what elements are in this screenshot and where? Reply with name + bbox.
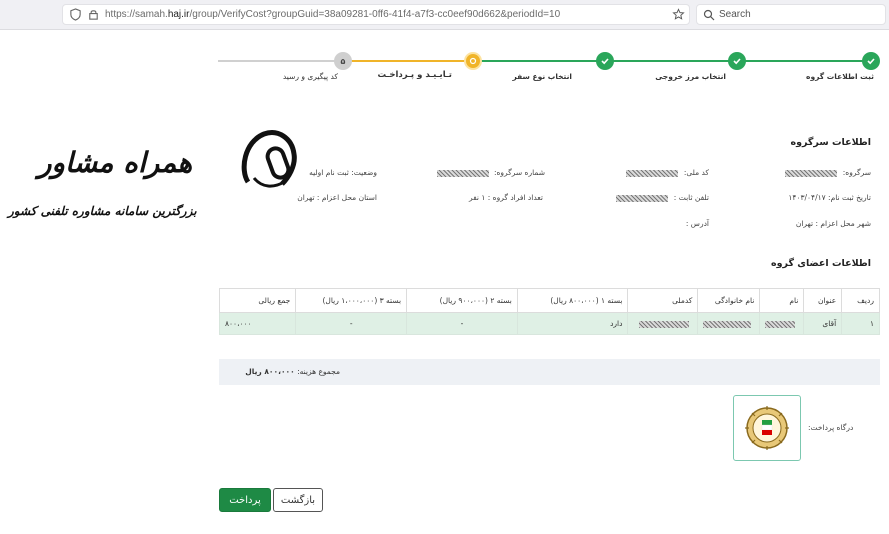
members-table: ردیف عنوان نام نام خانوادگی کدملی بسته ۱…: [218, 288, 880, 335]
step-3-check-icon: [596, 52, 614, 70]
cell-package-3: -: [295, 312, 408, 335]
step-4-label: تـایـیـد و پـرداخـت: [377, 70, 452, 80]
reg-date-field: تاریخ ثبت نام: ۱۴۰۳/۰۴/۱۷: [788, 193, 871, 202]
browser-toolbar: https://samah.haj.ir/group/VerifyCost?gr…: [0, 0, 889, 30]
bookmark-star-icon[interactable]: [672, 8, 685, 21]
step-3-label: انتخاب نوع سفر: [512, 72, 572, 81]
step-connector: [480, 60, 604, 62]
redacted-value: [703, 320, 752, 328]
shield-icon: [70, 8, 81, 21]
bank-melli-logo[interactable]: [733, 395, 801, 461]
cell-last-name: [697, 312, 761, 335]
gateway-label: درگاه پرداخت:: [808, 423, 854, 432]
redacted-value: [436, 169, 489, 177]
col-header: نام: [759, 288, 805, 313]
cell-sum: ۸۰۰،۰۰۰: [218, 312, 297, 335]
redacted-value: [626, 169, 679, 177]
step-1-label: ثبت اطلاعات گروه: [806, 72, 874, 81]
leader-name-field: سرگروه:: [785, 168, 871, 177]
headset-icon: [241, 130, 297, 188]
leader-name-label: سرگروه:: [842, 168, 871, 177]
cell-title: آقای: [803, 312, 843, 335]
back-button[interactable]: بازگشت: [273, 488, 323, 512]
total-value: ۸۰۰،۰۰۰ ریال: [245, 367, 295, 376]
status-field: وضعیت: ثبت نام اولیه: [309, 168, 377, 177]
leader-number-label: شماره سرگروه:: [493, 168, 545, 177]
watermark-brand: همراه مشاور: [38, 146, 193, 179]
cell-first-name: [759, 312, 805, 335]
lock-icon: [89, 10, 98, 20]
step-5-label: کد پیگیری و رسید: [282, 72, 338, 81]
watermark-logo: همراه مشاور بزرگترین سامانه مشاوره تلفنی…: [8, 126, 298, 226]
search-placeholder: Search: [719, 9, 751, 20]
step-connector: [218, 60, 340, 62]
bank-emblem-icon: [745, 406, 789, 450]
national-code-label: کد ملی:: [683, 168, 709, 177]
members-section-title: اطلاعات اعضای گروه: [771, 258, 871, 269]
total-cost: مجموع هزینه: ۸۰۰،۰۰۰ ریال: [245, 367, 340, 376]
cell-package-1: دارد: [516, 312, 629, 335]
pay-button[interactable]: پرداخت: [219, 488, 271, 512]
col-header: نام خانوادگی: [697, 288, 761, 313]
table-header-row: ردیف عنوان نام نام خانوادگی کدملی بسته ۱…: [218, 288, 880, 313]
province-field: استان محل اعزام : تهران: [297, 193, 377, 202]
browser-search[interactable]: Search: [696, 4, 886, 25]
col-header: بسته ۱ (۸۰۰،۰۰۰ ریال): [516, 288, 629, 313]
address-bar[interactable]: https://samah.haj.ir/group/VerifyCost?gr…: [62, 4, 690, 25]
progress-stepper: ثبت اطلاعات گروه انتخاب مرز خروجی انتخاب…: [218, 48, 880, 88]
total-label: مجموع هزینه:: [297, 367, 340, 376]
search-icon: [703, 9, 715, 21]
leader-number-field: شماره سرگروه:: [436, 168, 545, 177]
table-row: ۱ آقای دارد - - ۸۰۰،۰۰۰: [218, 312, 880, 335]
col-header: عنوان: [803, 288, 843, 313]
city-field: شهر محل اعزام : تهران: [795, 219, 871, 228]
redacted-value: [765, 320, 796, 328]
address-field: آدرس :: [685, 219, 709, 228]
col-header: کدملی: [627, 288, 699, 313]
step-2-check-icon: [728, 52, 746, 70]
redacted-value: [616, 194, 669, 202]
step-connector: [348, 60, 466, 62]
col-header: ردیف: [841, 288, 880, 313]
cell-package-2: -: [406, 312, 518, 335]
step-1-check-icon: [862, 52, 880, 70]
phone-field: تلفن ثابت :: [616, 193, 709, 202]
phone-label: تلفن ثابت :: [673, 193, 709, 202]
step-5-number: ۵: [334, 52, 352, 70]
step-connector: [744, 60, 870, 62]
group-count-field: تعداد افراد گروه : ۱ نفر: [468, 193, 543, 202]
watermark-tagline: بزرگترین سامانه مشاوره تلفنی کشور: [8, 204, 197, 218]
col-header: بسته ۲ (۹۰۰،۰۰۰ ریال): [406, 288, 518, 313]
cell-national-code: [627, 312, 699, 335]
step-4-active-icon: [464, 52, 482, 70]
national-code-field: کد ملی:: [626, 168, 709, 177]
col-header: جمع ریالی: [218, 288, 297, 313]
step-2-label: انتخاب مرز خروجی: [655, 72, 726, 81]
cell-row-number: ۱: [841, 312, 880, 335]
redacted-value: [785, 169, 838, 177]
url-text: https://samah.haj.ir/group/VerifyCost?gr…: [105, 9, 561, 20]
step-connector: [612, 60, 734, 62]
col-header: بسته ۳ (۱،۰۰۰،۰۰۰ ریال): [295, 288, 408, 313]
redacted-value: [639, 320, 690, 328]
total-cost-bar: مجموع هزینه: ۸۰۰،۰۰۰ ریال: [219, 359, 880, 385]
leader-section-title: اطلاعات سرگروه: [790, 137, 871, 148]
